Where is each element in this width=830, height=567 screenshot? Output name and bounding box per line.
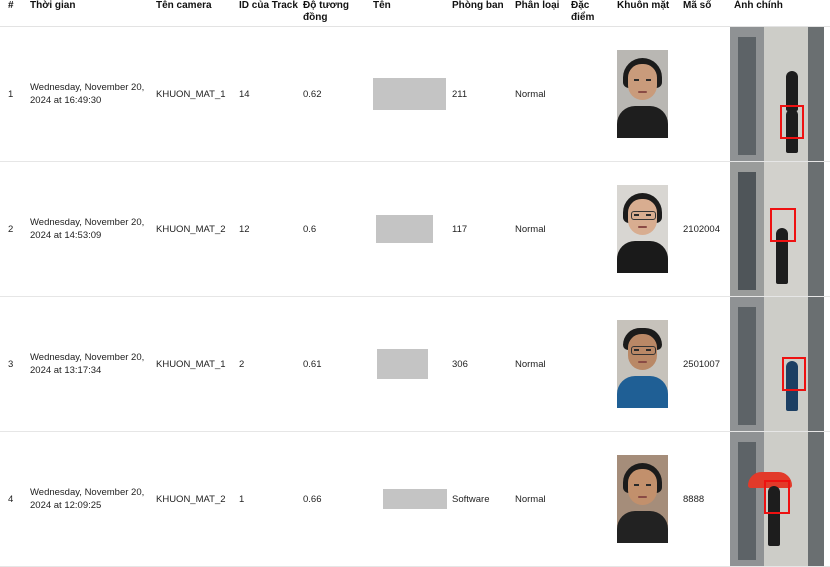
row-category: Normal <box>511 431 567 567</box>
row-name-cell <box>369 161 448 297</box>
row-camera: KHUON_MAT_1 <box>152 296 235 432</box>
row-time: Wednesday, November 20, 2024 at 14:53:09 <box>26 161 152 297</box>
table-row[interactable]: 4 Wednesday, November 20, 2024 at 12:09:… <box>0 431 830 567</box>
row-main-image-cell <box>730 296 830 432</box>
row-features <box>567 161 613 297</box>
detection-box <box>764 480 790 514</box>
row-name-cell <box>369 431 448 567</box>
row-similarity: 0.6 <box>299 161 369 297</box>
redacted-name <box>376 215 433 243</box>
table-row[interactable]: 1 Wednesday, November 20, 2024 at 16:49:… <box>0 26 830 162</box>
redacted-name <box>383 489 447 509</box>
row-similarity: 0.62 <box>299 26 369 162</box>
row-track-id: 14 <box>235 26 299 162</box>
row-main-image-cell <box>730 161 830 297</box>
row-main-image-cell <box>730 431 830 567</box>
row-department: Software <box>448 431 511 567</box>
row-features <box>567 26 613 162</box>
detection-table: # Thời gian Tên camera ID của Track Độ t… <box>0 0 830 567</box>
row-code: 2102004 <box>679 161 730 297</box>
redacted-name <box>373 78 446 110</box>
main-image[interactable] <box>730 27 824 161</box>
table-row[interactable]: 2 Wednesday, November 20, 2024 at 14:53:… <box>0 161 830 297</box>
detection-box <box>782 357 806 391</box>
face-thumbnail[interactable] <box>617 50 668 138</box>
row-similarity: 0.66 <box>299 431 369 567</box>
face-thumbnail[interactable] <box>617 320 668 408</box>
row-face-cell <box>613 431 679 567</box>
row-track-id: 2 <box>235 296 299 432</box>
row-index: 2 <box>0 161 26 297</box>
row-name-cell <box>369 26 448 162</box>
row-department: 306 <box>448 296 511 432</box>
row-index: 3 <box>0 296 26 432</box>
row-track-id: 12 <box>235 161 299 297</box>
face-thumbnail[interactable] <box>617 185 668 273</box>
col-header-track-id[interactable]: ID của Track <box>235 0 299 27</box>
row-track-id: 1 <box>235 431 299 567</box>
main-image[interactable] <box>730 297 824 431</box>
face-thumbnail[interactable] <box>617 455 668 543</box>
row-category: Normal <box>511 161 567 297</box>
col-header-face[interactable]: Khuôn mặt <box>613 0 679 27</box>
row-category: Normal <box>511 26 567 162</box>
row-features <box>567 296 613 432</box>
row-camera: KHUON_MAT_2 <box>152 161 235 297</box>
row-index: 4 <box>0 431 26 567</box>
col-header-features[interactable]: Đặc điểm <box>567 0 613 27</box>
detection-box <box>770 208 796 242</box>
row-code: 2501007 <box>679 296 730 432</box>
row-code <box>679 26 730 162</box>
row-face-cell <box>613 296 679 432</box>
row-camera: KHUON_MAT_1 <box>152 26 235 162</box>
row-index: 1 <box>0 26 26 162</box>
detection-box <box>780 105 804 139</box>
table-row[interactable]: 3 Wednesday, November 20, 2024 at 13:17:… <box>0 296 830 432</box>
main-image[interactable] <box>730 162 824 296</box>
col-header-category[interactable]: Phân loại <box>511 0 567 27</box>
row-time: Wednesday, November 20, 2024 at 16:49:30 <box>26 26 152 162</box>
row-category: Normal <box>511 296 567 432</box>
redacted-name <box>377 349 428 379</box>
col-header-name[interactable]: Tên <box>369 0 448 27</box>
row-main-image-cell <box>730 26 830 162</box>
row-code: 8888 <box>679 431 730 567</box>
col-header-department[interactable]: Phòng ban <box>448 0 511 27</box>
col-header-main-image[interactable]: Ảnh chính <box>730 0 830 27</box>
row-time: Wednesday, November 20, 2024 at 13:17:34 <box>26 296 152 432</box>
row-face-cell <box>613 161 679 297</box>
row-time: Wednesday, November 20, 2024 at 12:09:25 <box>26 431 152 567</box>
col-header-camera[interactable]: Tên camera <box>152 0 235 27</box>
col-header-index[interactable]: # <box>0 0 26 27</box>
row-face-cell <box>613 26 679 162</box>
table-header: # Thời gian Tên camera ID của Track Độ t… <box>0 0 830 27</box>
row-camera: KHUON_MAT_2 <box>152 431 235 567</box>
col-header-time[interactable]: Thời gian <box>26 0 152 27</box>
row-features <box>567 431 613 567</box>
col-header-similarity[interactable]: Độ tương đồng <box>299 0 369 27</box>
col-header-code[interactable]: Mã số <box>679 0 730 27</box>
row-name-cell <box>369 296 448 432</box>
row-similarity: 0.61 <box>299 296 369 432</box>
row-department: 211 <box>448 26 511 162</box>
row-department: 117 <box>448 161 511 297</box>
main-image[interactable] <box>730 432 824 566</box>
